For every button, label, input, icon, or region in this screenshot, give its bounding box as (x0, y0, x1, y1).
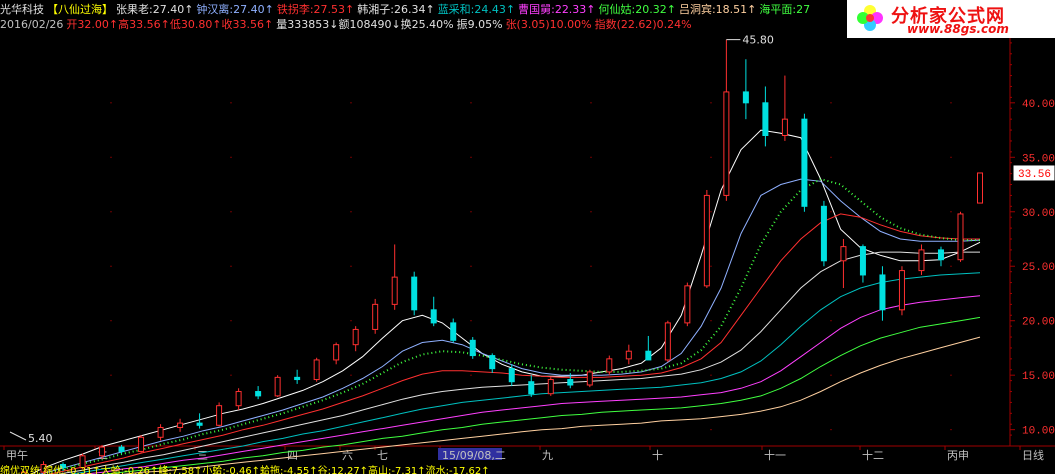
candle-body (742, 91, 749, 104)
header_line2-segment: 量333853↓额108490↓换25.40% (276, 18, 454, 31)
candle-body (977, 172, 983, 204)
x-tick-label: 十 (652, 448, 663, 462)
candle-body (547, 379, 554, 395)
y-tick-label: 20.00 (1022, 317, 1055, 329)
x-tick-label: 甲午 (6, 449, 28, 462)
candle-body (781, 118, 788, 137)
header_line1-segment: 海平面:27 (759, 3, 811, 16)
candle-body (508, 368, 515, 383)
header_line2-segment: 2016/02/26 (0, 18, 64, 31)
y-tick-label: 30.00 (1022, 208, 1055, 220)
candle-body (957, 213, 964, 261)
site-logo: 分析家公式网 www.88gs.com (847, 0, 1055, 38)
candle-body (703, 194, 710, 287)
candle-body (138, 436, 145, 452)
x-tick-label: 十一 (764, 448, 786, 462)
header_line2-segment: 开32.00↑高33.56↑低30.80↑收33.56↑ (66, 18, 274, 31)
candle-body (177, 422, 184, 428)
candle-body (567, 379, 574, 386)
x-tick-label: 九 (542, 449, 553, 462)
candle-body (391, 276, 398, 305)
candle-body (157, 426, 164, 438)
candle-body (820, 205, 827, 262)
ma-line-钟汉离 (39, 178, 981, 474)
candle-body (664, 322, 671, 361)
candle-body (372, 303, 379, 330)
candle-body (918, 249, 925, 272)
low-annotation: 5.40 (28, 432, 53, 445)
header_line1-segment: 曹国舅:22.33↑ (518, 3, 596, 16)
candle-body (99, 446, 106, 457)
candle-body (723, 91, 730, 196)
last-price-label: 33.56 (1018, 169, 1051, 181)
candle-body (216, 405, 223, 426)
header_line2-segment: 张(3.05)10.00% (505, 18, 592, 31)
header_line1-segment: 吕洞宾:18.51↑ (678, 3, 757, 16)
candle-body (255, 391, 262, 397)
candle-body (294, 376, 301, 381)
ma-line-铁拐李 (48, 213, 980, 474)
y-tick-label: 25.00 (1022, 262, 1055, 274)
high-annotation: 45.80 (742, 34, 774, 47)
header_line1-segment: 何仙姑:20.32↑ (598, 3, 676, 16)
candle-body (840, 246, 847, 262)
candle-body (528, 381, 535, 395)
header_line1-segment: 钟汉离:27.40↑ (196, 3, 274, 16)
candlestick-chart[interactable]: 10.0015.0020.0025.0030.0035.0040.00甲午二三四… (0, 0, 1055, 474)
candle-body (606, 358, 613, 373)
candle-body (430, 309, 437, 324)
header_line1-segment: 张果老:27.40↑ (116, 3, 194, 16)
candle-body (352, 328, 359, 346)
candle-body (937, 249, 944, 261)
candle-body (684, 285, 691, 324)
logo-url-text: www.88gs.com (907, 22, 1009, 36)
header_line2-segment: 振9.05% (456, 18, 503, 31)
y-tick-label: 10.00 (1022, 426, 1055, 438)
x-tick-label: 丙申 (947, 449, 969, 462)
candle-body (411, 276, 418, 311)
header_line2-segment: 指数(22.62)0.24% (594, 18, 692, 31)
header_line1-segment: 铁拐李:27.53↑ (276, 3, 355, 16)
x-tick-label: 十二 (862, 448, 884, 462)
x-tick-label: 七 (377, 449, 388, 462)
low-marker-line (9, 431, 27, 441)
candle-body (625, 350, 632, 360)
candle-body (469, 339, 476, 357)
header_line1-segment: 【八仙过海】 (47, 3, 113, 16)
candle-body (235, 391, 242, 407)
flower-logo-icon (857, 5, 883, 31)
candle-body (898, 270, 905, 311)
candle-body (586, 371, 593, 386)
candle-body (859, 246, 866, 276)
header_line1-segment: 光华科技 (0, 3, 44, 16)
candle-body (489, 355, 496, 370)
y-tick-label: 40.00 (1022, 99, 1055, 111)
ma-line-海平面 (37, 178, 980, 474)
header_line1-segment: 韩湘子:26.34↑ (357, 3, 435, 16)
ma-line-韩湘子 (57, 251, 980, 474)
candle-body (801, 118, 808, 207)
x-tick-label: 三 (197, 449, 208, 462)
candle-body (762, 102, 769, 136)
candle-body (196, 422, 203, 426)
candle-body (313, 359, 320, 381)
candle-body (274, 376, 281, 397)
y-tick-label: 15.00 (1022, 371, 1055, 383)
candle-body (333, 344, 340, 361)
y-tick-label: 35.00 (1022, 153, 1055, 165)
x-tick-label: 15/09/08,二 (442, 449, 506, 462)
candle-body (450, 322, 457, 341)
x-tick-label: 日线 (1022, 448, 1044, 462)
header_line1-segment: 蓝采和:24.43↑ (437, 3, 516, 16)
candle-body (645, 350, 652, 361)
candle-body (879, 274, 886, 311)
candle-body (118, 446, 125, 452)
bottom-indicator-bar: 绵优双统 绵优:-0.31↑大蛤:-0.26↑峰:7.58↑小蛤:-0.46↑蛤… (0, 466, 490, 474)
